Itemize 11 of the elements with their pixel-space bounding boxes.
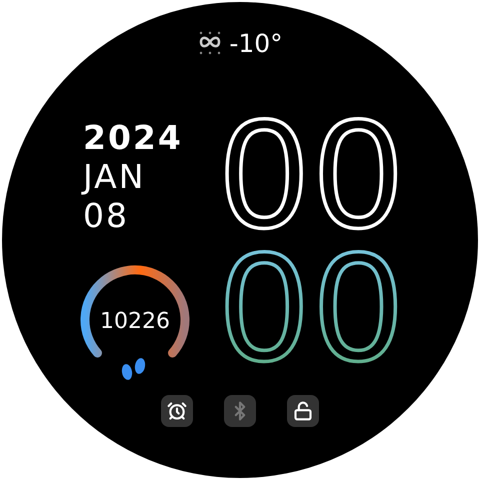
unlocked-padlock-icon[interactable]: [287, 395, 319, 427]
temperature: -10°: [229, 28, 283, 58]
hours: 00: [215, 110, 411, 234]
day: 08: [83, 196, 215, 235]
step-count: 10226: [100, 309, 170, 334]
footprints-icon: [122, 358, 146, 380]
year: 2024: [83, 118, 184, 157]
minutes: 00: [215, 243, 411, 367]
alarm-clock-icon[interactable]: [161, 395, 193, 427]
bluetooth-icon[interactable]: [224, 395, 256, 427]
month: JAN: [83, 157, 146, 196]
